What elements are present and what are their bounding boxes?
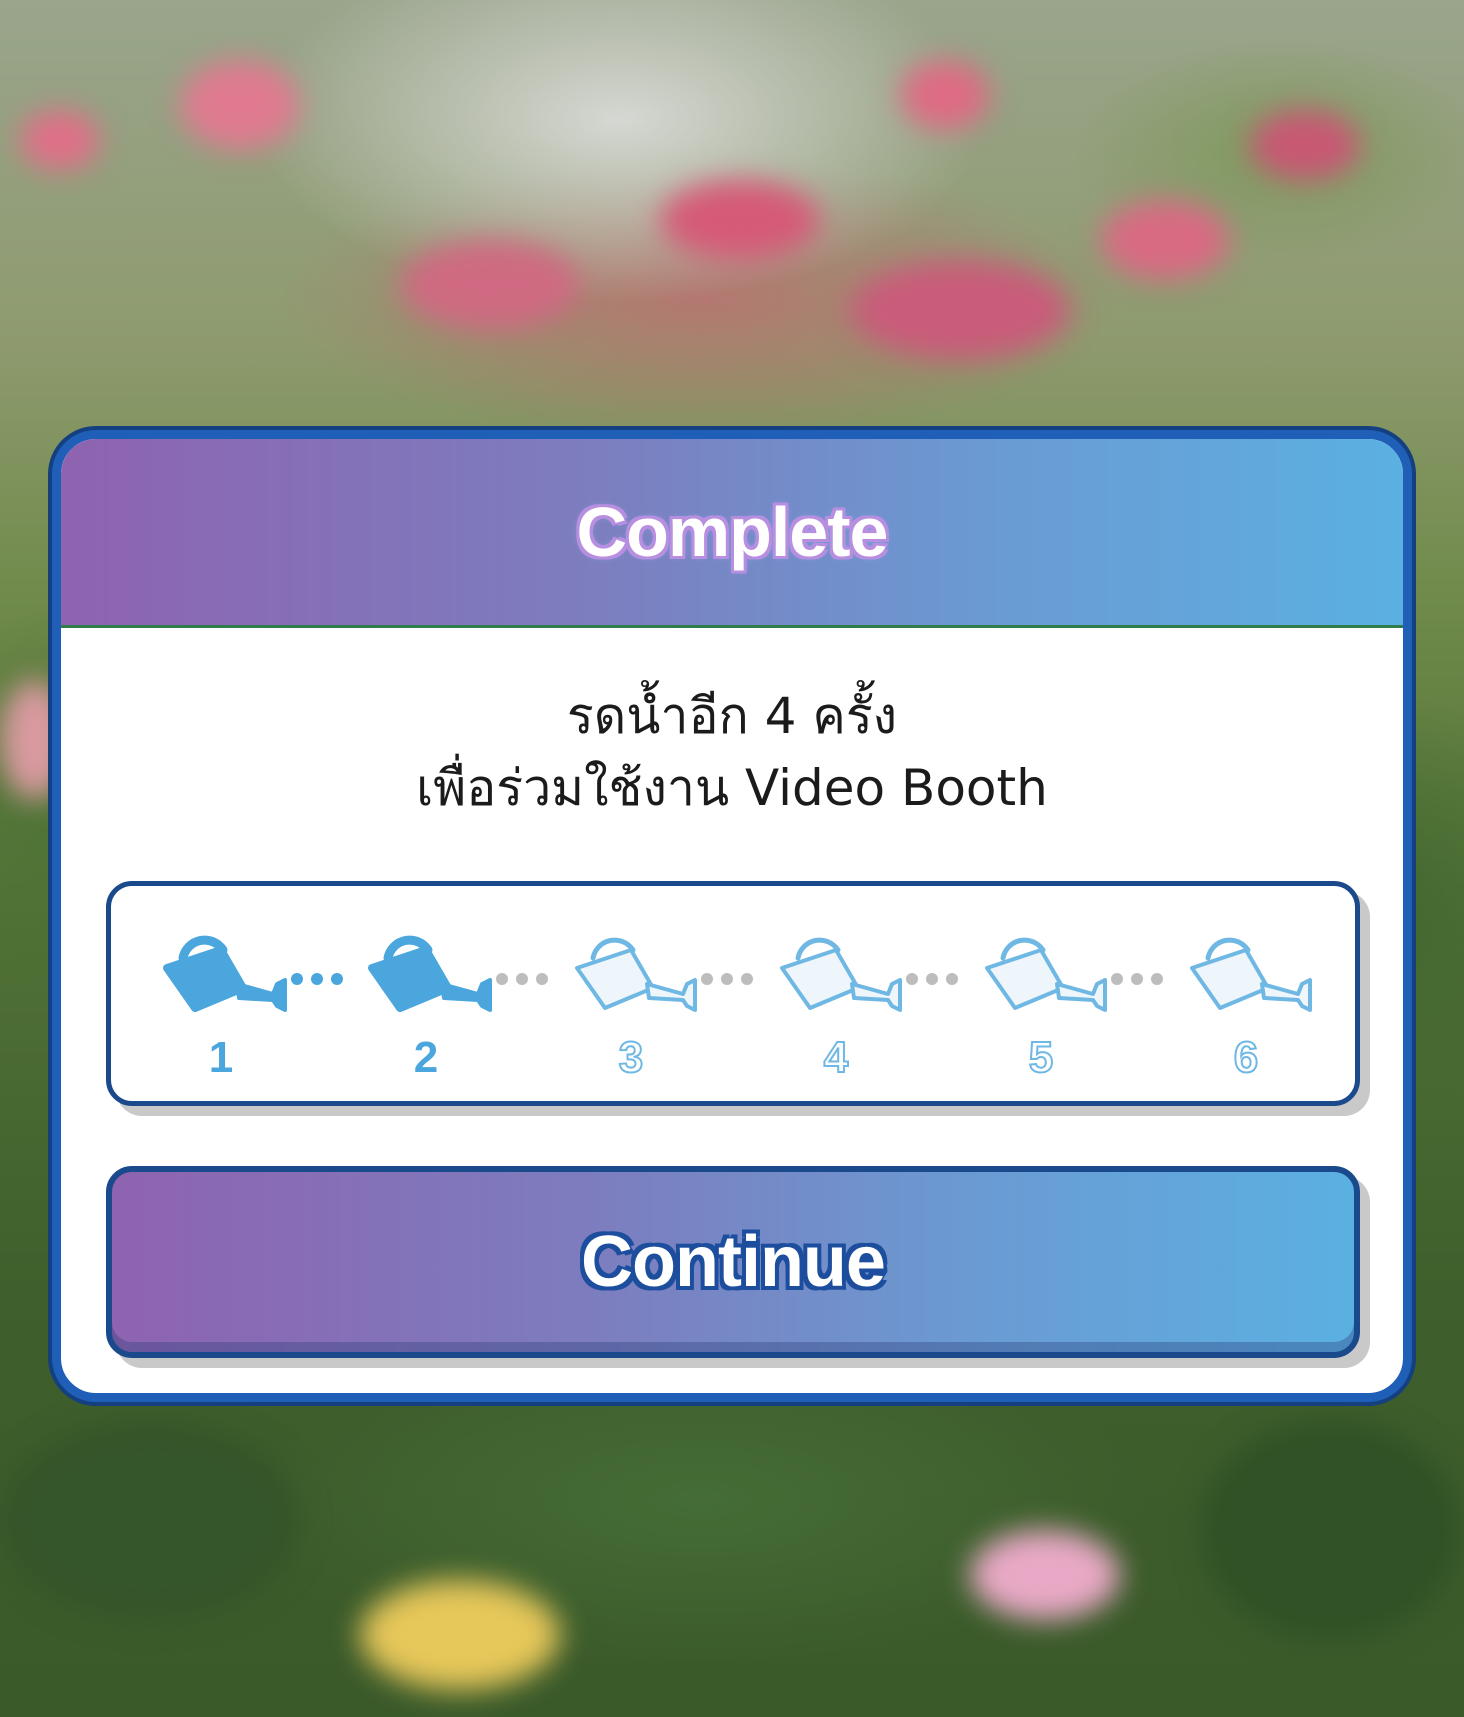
step-connector — [1111, 973, 1163, 985]
dialog-header: Complete — [61, 439, 1403, 628]
step-connector — [906, 973, 958, 985]
step-connector — [701, 973, 753, 985]
progress-step-5: 5 — [981, 928, 1121, 1093]
progress-step-6: 6 — [1186, 928, 1326, 1093]
message-line-1: รดน้ำอีก 4 ครั้ง — [566, 687, 898, 745]
step-number: 5 — [1028, 1033, 1054, 1082]
step-number: 6 — [1233, 1033, 1259, 1082]
watering-can-icon — [163, 935, 287, 1012]
progress-step-4: 4 — [776, 928, 916, 1093]
step-number: 1 — [208, 1033, 234, 1082]
watering-can-icon — [368, 935, 492, 1012]
step-number: 3 — [618, 1033, 644, 1082]
progress-step-1: 1 — [161, 928, 301, 1093]
watering-progress-panel: 1 2 3 4 5 6 — [106, 881, 1360, 1106]
watering-can-outline-icon — [1190, 937, 1312, 1012]
watering-can-outline-icon — [985, 937, 1107, 1012]
message-line-2: เพื่อร่วมใช้งาน Video Booth — [416, 759, 1048, 817]
watering-can-outline-icon — [780, 937, 902, 1012]
progress-step-3: 3 — [571, 928, 711, 1093]
step-number: 4 — [823, 1033, 849, 1082]
dialog-message: รดน้ำอีก 4 ครั้ง เพื่อร่วมใช้งาน Video B… — [61, 680, 1403, 824]
continue-button-label: Continue — [580, 1221, 888, 1304]
progress-step-2: 2 — [366, 928, 506, 1093]
completion-dialog: Complete รดน้ำอีก 4 ครั้ง เพื่อร่วมใช้งา… — [52, 430, 1412, 1402]
step-connector — [496, 973, 548, 985]
watering-can-outline-icon — [575, 937, 697, 1012]
continue-button[interactable]: Continue — [106, 1166, 1360, 1358]
step-connector — [291, 973, 343, 985]
step-number: 2 — [413, 1033, 439, 1082]
dialog-title: Complete — [576, 492, 890, 572]
